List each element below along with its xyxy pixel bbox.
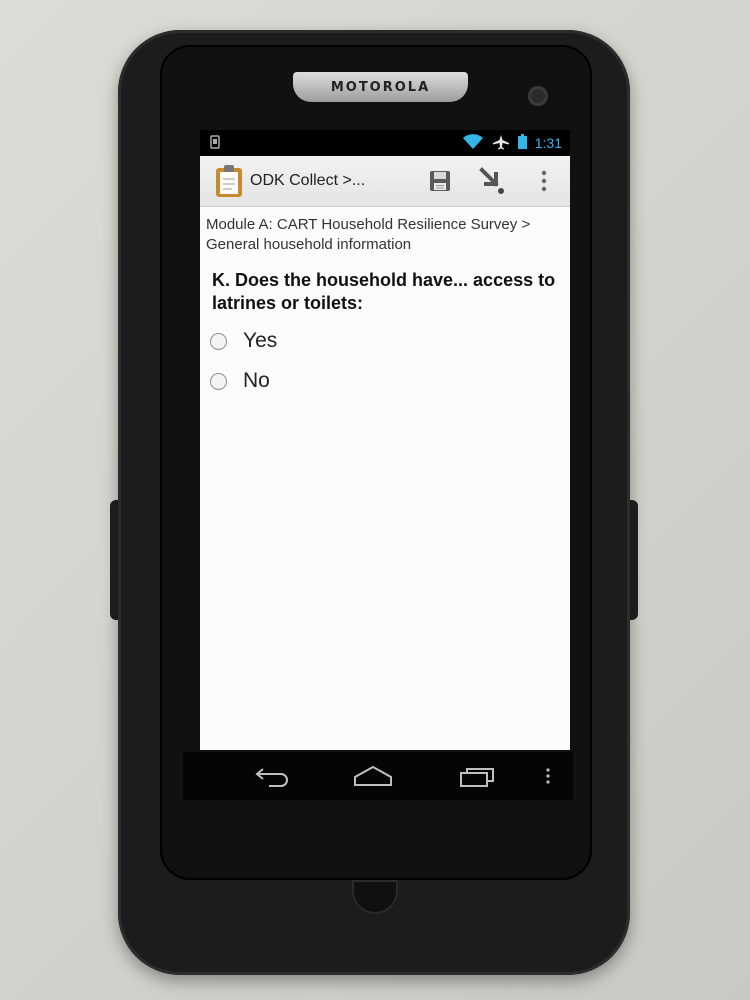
option-yes[interactable]: Yes [200,321,570,361]
question-text: K. Does the household have... access to … [212,270,556,313]
airplane-mode-icon [492,134,510,153]
wifi-icon [462,133,484,153]
app-screen: ODK Collect >... Module A: CART Househol… [200,156,570,750]
navigation-bar [183,752,573,800]
battery-icon [517,134,527,152]
save-icon[interactable] [414,156,466,206]
option-no[interactable]: No [200,361,570,401]
overflow-menu-icon[interactable] [518,156,570,206]
home-icon[interactable] [323,765,423,787]
option-label-yes[interactable]: Yes [243,329,277,353]
option-label-no[interactable]: No [243,369,270,393]
go-to-prompt-icon[interactable] [466,156,518,206]
status-bar: 1:31 [200,130,570,156]
front-camera [528,86,548,106]
radio-button-no[interactable] [210,372,227,390]
radio-button-yes[interactable] [210,332,227,350]
usb-debug-icon [200,134,230,152]
back-icon[interactable] [223,765,323,787]
brand-logo: MOTOROLA [293,72,468,102]
clipboard-app-icon[interactable] [214,164,244,198]
form-breadcrumb: Module A: CART Household Resilience Surv… [206,216,531,253]
clock-time: 1:31 [534,135,562,151]
app-title[interactable]: ODK Collect >... [250,172,365,190]
recent-apps-icon[interactable] [423,765,533,787]
menu-icon[interactable] [533,768,563,784]
action-bar: ODK Collect >... [200,156,570,207]
